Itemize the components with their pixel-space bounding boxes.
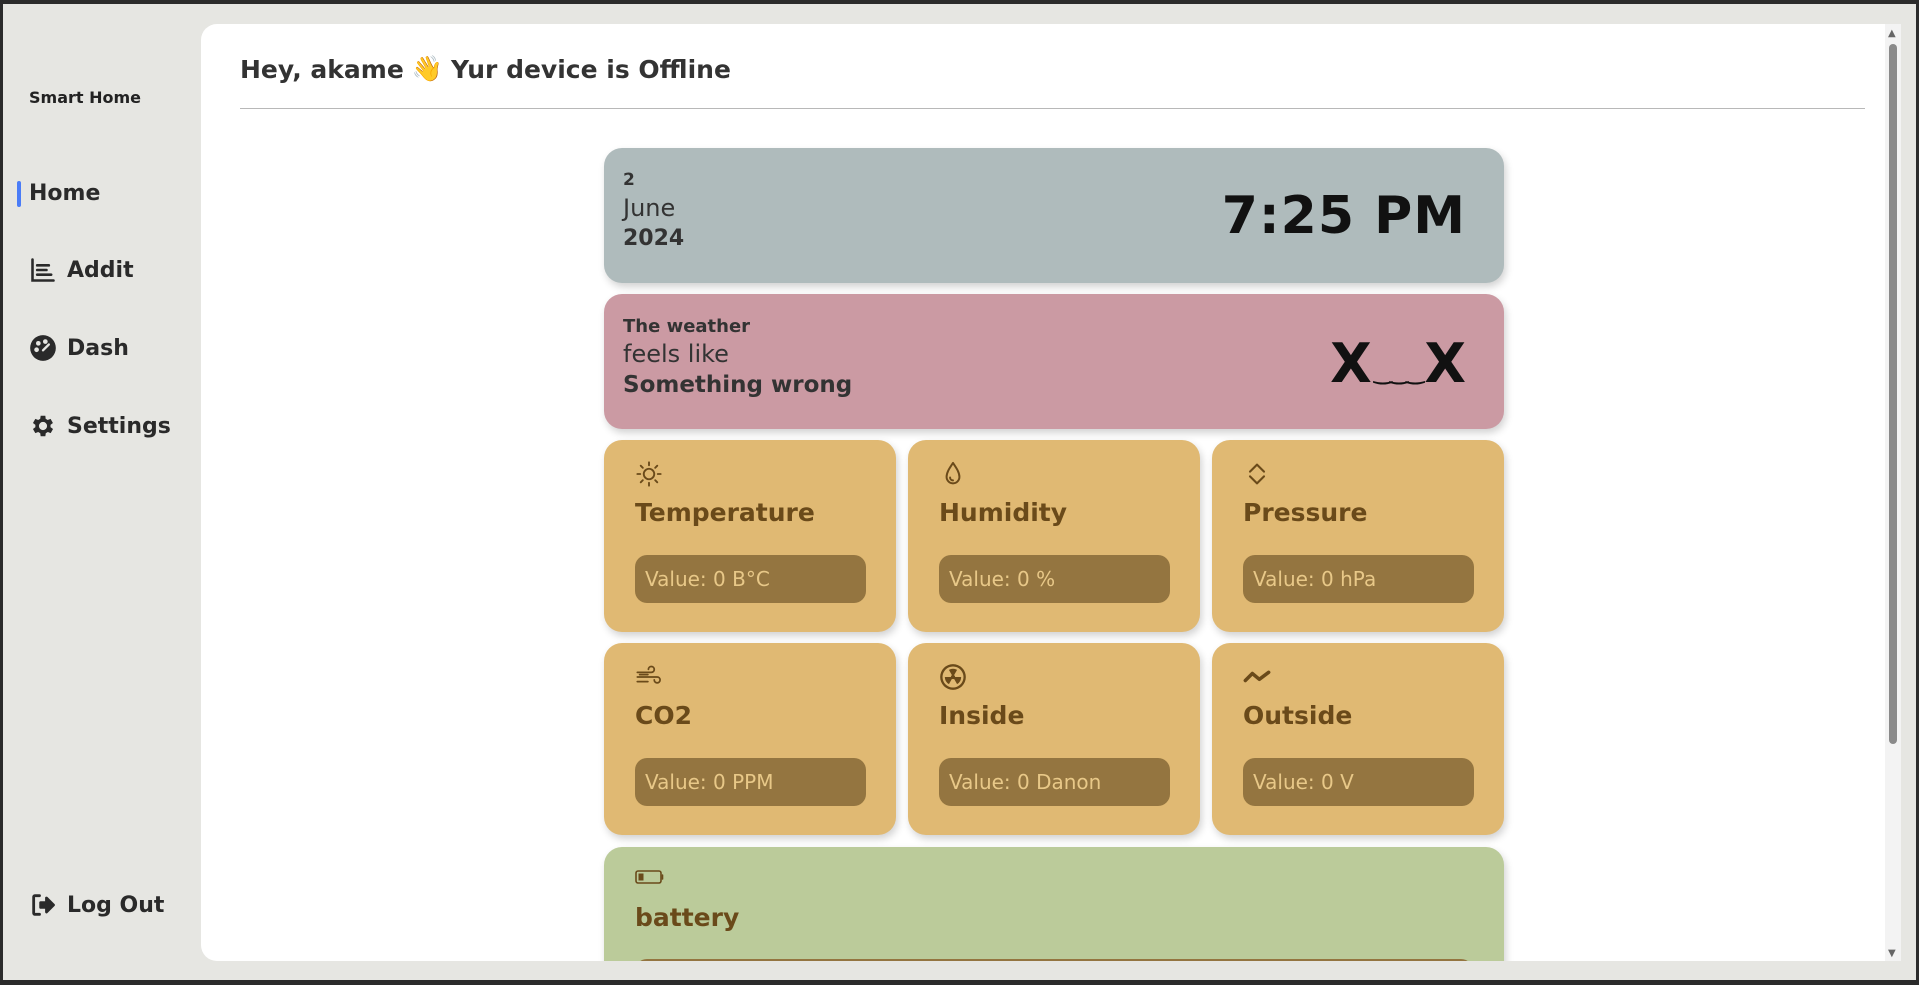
greeting-text: Hey, akame <box>240 54 404 84</box>
diamond-arrows-icon <box>1243 460 1271 488</box>
sensor-title: Temperature <box>635 498 815 527</box>
sensor-card-co2: CO2 Value: 0 PPM <box>604 643 896 835</box>
sensor-value: Value: 0 PPM <box>635 758 866 806</box>
sensor-card-humidity: Humidity Value: 0 % <box>908 440 1200 632</box>
brand-title: Smart Home <box>29 88 142 107</box>
date-month: June <box>623 194 676 222</box>
sidebar-item-home[interactable]: Home <box>17 175 101 211</box>
scroll-thumb[interactable] <box>1889 44 1897 744</box>
sensor-value: Value: 0 Danon <box>939 758 1170 806</box>
date-year: 2024 <box>623 226 685 251</box>
sensor-value: Value: 0 % <box>939 555 1170 603</box>
sensor-title: Inside <box>939 701 1025 730</box>
sensor-card-outside: Outside Value: 0 V <box>1212 643 1504 835</box>
weather-card: The weather feels like Something wrong X… <box>604 294 1504 429</box>
logout-icon <box>29 891 57 919</box>
main-panel: Hey, akame 👋 Yur device is Offline 2 Jun… <box>201 24 1901 961</box>
date-time-card: 2 June 2024 7:25 PM <box>604 148 1504 283</box>
face-left-eye: X <box>1330 332 1372 395</box>
battery-card: battery <box>604 847 1504 961</box>
wind-icon <box>635 663 663 691</box>
sidebar-item-label: Addit <box>67 257 134 283</box>
sidebar: Smart Home Home Addit Dash Settings Log … <box>3 4 201 980</box>
device-status: Yur device is Offline <box>450 54 731 84</box>
active-indicator <box>17 181 21 207</box>
face-right-eye: X <box>1424 332 1466 395</box>
sensor-value: Value: 0 B°C <box>635 555 866 603</box>
sensor-title: Pressure <box>1243 498 1368 527</box>
gear-icon <box>29 412 57 440</box>
page-title: Hey, akame 👋 Yur device is Offline <box>240 54 731 84</box>
sidebar-item-settings[interactable]: Settings <box>29 408 171 444</box>
vertical-scrollbar[interactable]: ▲ ▼ <box>1885 24 1901 961</box>
scroll-down-icon[interactable]: ▼ <box>1888 948 1896 959</box>
logout-button[interactable]: Log Out <box>29 887 164 923</box>
sensor-title: Humidity <box>939 498 1068 527</box>
sun-icon <box>635 460 663 488</box>
divider <box>240 108 1865 109</box>
battery-value-bar <box>635 959 1473 961</box>
palette-icon <box>29 334 57 362</box>
radiation-icon <box>939 663 967 691</box>
sensor-title: CO2 <box>635 701 692 730</box>
weather-feels: feels like <box>623 340 729 368</box>
wave-icon <box>1243 663 1271 691</box>
date-day: 2 <box>623 170 635 190</box>
battery-title: battery <box>635 903 740 932</box>
sensor-value: Value: 0 hPa <box>1243 555 1474 603</box>
sidebar-item-label: Dash <box>67 335 129 361</box>
bar-chart-icon <box>29 256 57 284</box>
logout-label: Log Out <box>67 892 165 918</box>
sidebar-item-dash[interactable]: Dash <box>29 330 129 366</box>
battery-icon <box>635 867 665 887</box>
sensor-value: Value: 0 V <box>1243 758 1474 806</box>
clock-time: 7:25 PM <box>1221 186 1466 246</box>
sidebar-item-addit[interactable]: Addit <box>29 252 134 288</box>
sidebar-item-label: Settings <box>67 413 171 439</box>
face-mouth: ‿‿‿ <box>1373 360 1425 385</box>
sensor-title: Outside <box>1243 701 1353 730</box>
wave-icon: 👋 <box>411 54 443 83</box>
error-face: X ‿‿‿ X <box>1330 332 1466 395</box>
sensor-card-temperature: Temperature Value: 0 B°C <box>604 440 896 632</box>
sidebar-item-label: Home <box>29 180 101 206</box>
weather-title: The weather <box>623 316 751 337</box>
droplet-icon <box>939 460 967 488</box>
sensor-card-pressure: Pressure Value: 0 hPa <box>1212 440 1504 632</box>
scroll-up-icon[interactable]: ▲ <box>1888 28 1896 39</box>
sensor-card-inside: Inside Value: 0 Danon <box>908 643 1200 835</box>
weather-status: Something wrong <box>623 372 853 398</box>
